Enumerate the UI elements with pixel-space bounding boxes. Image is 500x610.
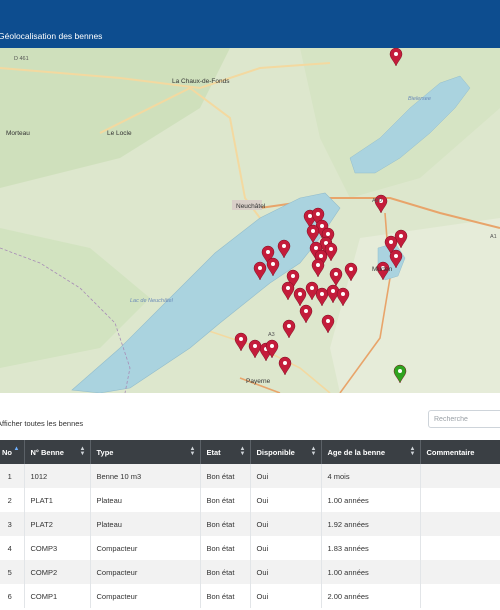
cell-numero: COMP1: [24, 584, 91, 608]
sort-asc-icon[interactable]: ▲: [14, 446, 20, 452]
map-label: La Chaux-de-Fonds: [172, 78, 230, 85]
cell-disponible: Oui: [250, 584, 322, 608]
column-header-label: Disponible: [256, 447, 295, 457]
cell-no: 3: [0, 512, 25, 536]
table-header-row: No ▲ N° Benne ▲ ▼ Type ▲ ▼ Etat ▲ ▼ Disponible ▲…: [0, 440, 500, 464]
cell-numero: 1012: [24, 464, 91, 488]
cell-type: Compacteur: [90, 560, 201, 584]
cell-commentaire: [420, 560, 500, 584]
bins-table: No ▲ N° Benne ▲ ▼ Type ▲ ▼ Etat ▲ ▼ Disponible ▲…: [0, 440, 500, 608]
map-label: Lac de Neuchâtel: [130, 298, 173, 304]
cell-type: Compacteur: [90, 536, 201, 560]
cell-age: 1.83 années: [321, 536, 421, 560]
cell-type: Plateau: [90, 512, 201, 536]
sort-icon[interactable]: ▲ ▼: [240, 446, 246, 457]
map-label: A3: [268, 332, 275, 338]
map-label: Neuchâtel: [236, 203, 266, 210]
map-label: Bielersee: [408, 96, 431, 102]
cell-etat: Bon état: [200, 560, 251, 584]
map-label: Morteau: [6, 130, 30, 137]
sort-icon[interactable]: ▲ ▼: [190, 446, 196, 457]
cell-disponible: Oui: [250, 488, 322, 512]
cell-numero: COMP3: [24, 536, 91, 560]
cell-type: Benne 10 m3: [90, 464, 201, 488]
show-all-bins-link[interactable]: Afficher toutes les bennes: [0, 419, 83, 428]
map-label: D 461: [14, 56, 29, 62]
table-row[interactable]: 6 COMP1 Compacteur Bon état Oui 2.00 ann…: [0, 584, 500, 608]
cell-type: Compacteur: [90, 584, 201, 608]
cell-age: 2.00 années: [321, 584, 421, 608]
cell-no: 4: [0, 536, 25, 560]
cell-age: 1.00 années: [321, 560, 421, 584]
table-row[interactable]: 4 COMP3 Compacteur Bon état Oui 1.83 ann…: [0, 536, 500, 560]
table-row[interactable]: 5 COMP2 Compacteur Bon état Oui 1.00 ann…: [0, 560, 500, 584]
cell-age: 1.92 années: [321, 512, 421, 536]
column-header-type[interactable]: Type ▲ ▼: [90, 440, 201, 464]
cell-disponible: Oui: [250, 560, 322, 584]
column-header-label: Etat: [206, 447, 221, 457]
column-header-age[interactable]: Age de la benne ▲ ▼: [321, 440, 421, 464]
column-header-label: Age de la benne: [327, 447, 386, 457]
page-title: Géolocalisation des bennes: [0, 31, 103, 41]
map-label: Murten: [372, 266, 393, 273]
column-header-commentaire[interactable]: Commentaire: [420, 440, 500, 464]
cell-age: 1.00 années: [321, 488, 421, 512]
cell-type: Plateau: [90, 488, 201, 512]
map-label: A20: [372, 198, 382, 204]
cell-commentaire: [420, 488, 500, 512]
map-label: Payerne: [246, 378, 271, 385]
cell-commentaire: [420, 464, 500, 488]
column-header-etat[interactable]: Etat ▲ ▼: [200, 440, 251, 464]
cell-etat: Bon état: [200, 512, 251, 536]
cell-commentaire: [420, 584, 500, 608]
cell-etat: Bon état: [200, 536, 251, 560]
column-header-label: N° Benne: [30, 447, 64, 457]
sort-icon[interactable]: ▲ ▼: [311, 446, 317, 457]
sort-icon[interactable]: ▲ ▼: [80, 446, 86, 457]
table-row[interactable]: 1 1012 Benne 10 m3 Bon état Oui 4 mois: [0, 464, 500, 488]
cell-commentaire: [420, 536, 500, 560]
cell-no: 5: [0, 560, 25, 584]
cell-numero: PLAT2: [24, 512, 91, 536]
top-bar: Géolocalisation des bennes: [0, 0, 500, 48]
column-header-label: Type: [96, 447, 114, 457]
cell-numero: PLAT1: [24, 488, 91, 512]
column-header-label: No: [2, 447, 12, 457]
cell-disponible: Oui: [250, 512, 322, 536]
cell-disponible: Oui: [250, 464, 322, 488]
cell-etat: Bon état: [200, 464, 251, 488]
map-view[interactable]: D 461 La Chaux-de-Fonds Le Locle Morteau…: [0, 48, 500, 393]
column-header-label: Commentaire: [426, 447, 475, 457]
cell-no: 6: [0, 584, 25, 608]
map-label: A1: [490, 234, 497, 240]
table-row[interactable]: 3 PLAT2 Plateau Bon état Oui 1.92 années: [0, 512, 500, 536]
column-header-numero[interactable]: N° Benne ▲ ▼: [24, 440, 91, 464]
cell-age: 4 mois: [321, 464, 421, 488]
search-input[interactable]: [428, 410, 500, 428]
content-area: Afficher toutes les bennes No▲ N° Benne ▲…: [0, 393, 500, 610]
cell-etat: Bon état: [200, 488, 251, 512]
map-label: Le Locle: [107, 130, 132, 137]
sort-icon[interactable]: ▲ ▼: [410, 446, 416, 457]
column-header-no[interactable]: No ▲: [0, 440, 25, 464]
cell-no: 1: [0, 464, 25, 488]
cell-disponible: Oui: [250, 536, 322, 560]
cell-commentaire: [420, 512, 500, 536]
cell-etat: Bon état: [200, 584, 251, 608]
table-row[interactable]: 2 PLAT1 Plateau Bon état Oui 1.00 années: [0, 488, 500, 512]
cell-numero: COMP2: [24, 560, 91, 584]
column-header-disponible[interactable]: Disponible ▲ ▼: [250, 440, 322, 464]
cell-no: 2: [0, 488, 25, 512]
